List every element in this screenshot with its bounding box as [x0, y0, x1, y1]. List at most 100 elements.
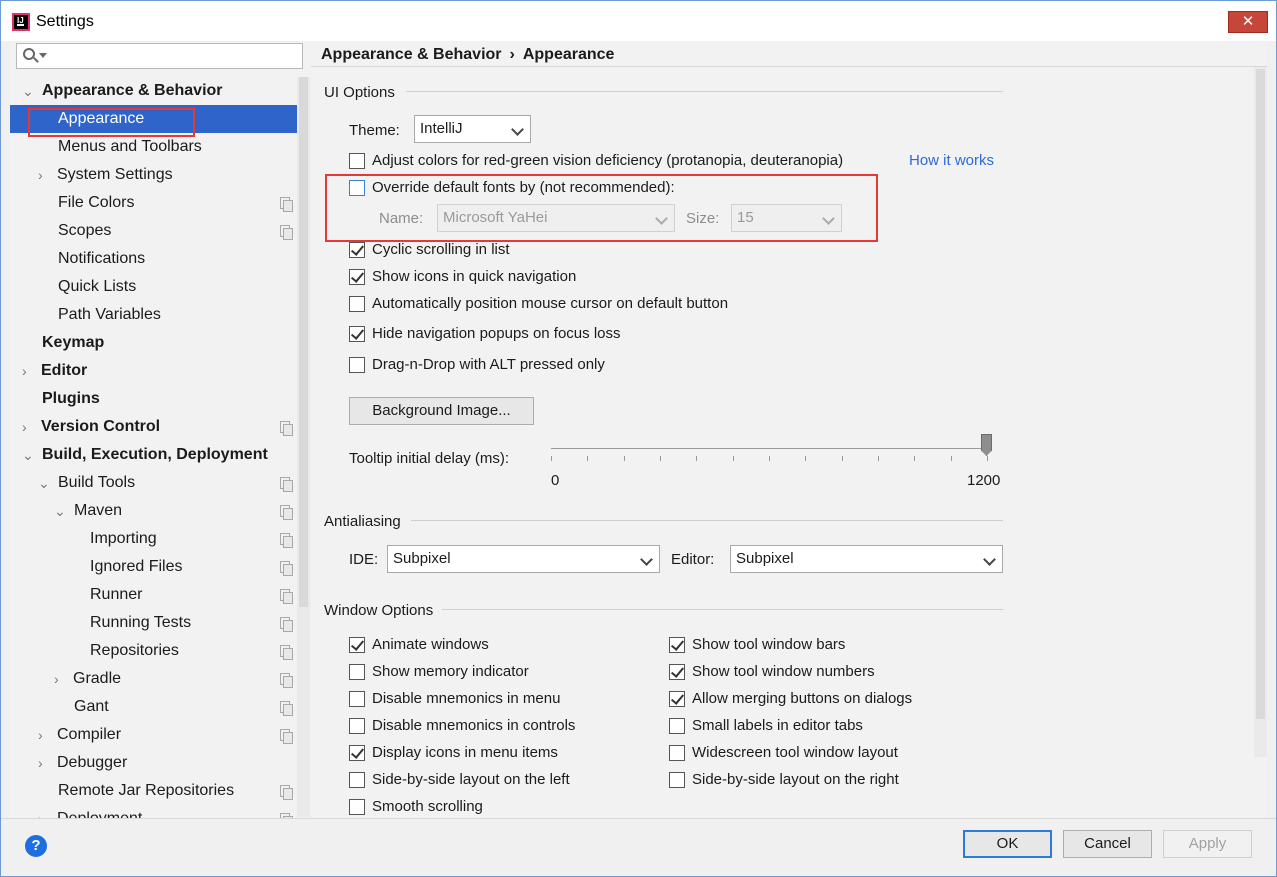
ui-options-separator	[406, 91, 1003, 92]
drag-drop-checkbox[interactable]	[349, 357, 365, 373]
sidebar-item-build-tools[interactable]: ⌄ Build Tools	[10, 469, 297, 497]
chevron-down-icon[interactable]: ⌄	[38, 469, 50, 497]
chevron-right-icon[interactable]: ›	[54, 665, 66, 693]
sidebar-item-system-settings[interactable]: › System Settings	[10, 161, 297, 189]
sidebar-item-maven[interactable]: ⌄ Maven	[10, 497, 297, 525]
apply-button[interactable]: Apply	[1163, 830, 1252, 858]
sidebar-item-keymap[interactable]: Keymap	[10, 329, 297, 357]
editor-antialiasing-select[interactable]: Subpixel	[730, 545, 1003, 573]
chevron-right-icon[interactable]: ›	[22, 357, 34, 385]
chevron-right-icon[interactable]: ›	[22, 413, 34, 441]
sidebar-item-menus-toolbars[interactable]: Menus and Toolbars	[10, 133, 297, 161]
left-label-2: Disable mnemonics in menu	[372, 690, 561, 707]
window-options-separator	[442, 609, 1003, 610]
chevron-right-icon[interactable]: ›	[38, 749, 50, 777]
sidebar-item-appearance-behavior[interactable]: ⌄ Appearance & Behavior	[10, 77, 297, 105]
auto-position-label: Automatically position mouse cursor on d…	[372, 295, 729, 312]
project-scope-icon	[280, 673, 293, 688]
left-checkbox-1[interactable]	[349, 664, 365, 680]
settings-content: Appearance & Behavior › Appearance UI Opti…	[311, 42, 1267, 818]
chevron-down-icon[interactable]: ⌄	[22, 441, 34, 469]
chevron-right-icon[interactable]: ›	[38, 721, 50, 749]
editor-antialiasing-value: Subpixel	[736, 550, 794, 567]
ide-antialiasing-select[interactable]: Subpixel	[387, 545, 660, 573]
content-scrollbar[interactable]	[1254, 67, 1267, 757]
search-icon[interactable]	[23, 48, 35, 60]
right-checkbox-5[interactable]	[669, 772, 685, 788]
right-checkbox-3[interactable]	[669, 718, 685, 734]
sidebar-item-path-variables[interactable]: Path Variables	[10, 301, 297, 329]
slider-tick	[914, 456, 915, 461]
project-scope-icon	[280, 617, 293, 632]
chevron-down-icon[interactable]: ⌄	[22, 77, 34, 105]
left-checkbox-4[interactable]	[349, 745, 365, 761]
ui-options-heading: UI Options	[324, 84, 395, 101]
hide-popups-label: Hide navigation popups on focus loss	[372, 325, 621, 342]
sidebar-item-repositories[interactable]: Repositories	[10, 637, 297, 665]
search-input[interactable]	[16, 43, 303, 69]
right-checkbox-4[interactable]	[669, 745, 685, 761]
slider-track[interactable]	[551, 448, 987, 449]
settings-window: IJ Settings ✕ ⌄ Appearance & Behavior Ap…	[0, 0, 1277, 877]
tooltip-max-label: 1200	[967, 472, 1001, 489]
content-scrollbar-thumb[interactable]	[1256, 69, 1265, 719]
left-checkbox-0[interactable]	[349, 637, 365, 653]
sidebar-item-plugins[interactable]: Plugins	[10, 385, 297, 413]
sidebar-item-scopes[interactable]: Scopes	[10, 217, 297, 245]
sidebar-item-remote-jar-repositories[interactable]: Remote Jar Repositories	[10, 777, 297, 805]
tooltip-delay-label: Tooltip initial delay (ms):	[349, 450, 510, 467]
window-title: Settings	[36, 13, 94, 30]
right-checkbox-2[interactable]	[669, 691, 685, 707]
left-checkbox-6[interactable]	[349, 799, 365, 815]
sidebar-item-notifications[interactable]: Notifications	[10, 245, 297, 273]
sidebar-item-runner[interactable]: Runner	[10, 581, 297, 609]
breadcrumb-parent[interactable]: Appearance & Behavior	[321, 46, 502, 63]
sidebar-item-gant[interactable]: Gant	[10, 693, 297, 721]
how-it-works-link[interactable]: How it works	[909, 152, 994, 169]
help-icon[interactable]: ?	[25, 835, 47, 857]
sidebar-item-compiler[interactable]: › Compiler	[10, 721, 297, 749]
sidebar-item-running-tests[interactable]: Running Tests	[10, 609, 297, 637]
sidebar-item-debugger[interactable]: › Debugger	[10, 749, 297, 777]
left-checkbox-3[interactable]	[349, 718, 365, 734]
slider-tick	[951, 456, 952, 461]
sidebar-item-file-colors[interactable]: File Colors	[10, 189, 297, 217]
sidebar-scrollbar[interactable]	[297, 77, 310, 817]
cancel-button[interactable]: Cancel	[1063, 830, 1152, 858]
slider-tick	[769, 456, 770, 461]
left-checkbox-2[interactable]	[349, 691, 365, 707]
right-label-2: Allow merging buttons on dialogs	[692, 690, 913, 707]
right-checkbox-0[interactable]	[669, 637, 685, 653]
sidebar-item-importing[interactable]: Importing	[10, 525, 297, 553]
sidebar-item-quick-lists[interactable]: Quick Lists	[10, 273, 297, 301]
ok-button[interactable]: OK	[963, 830, 1052, 858]
right-checkbox-1[interactable]	[669, 664, 685, 680]
left-label-6: Smooth scrolling	[372, 798, 483, 815]
slider-thumb[interactable]	[981, 434, 992, 456]
sidebar-item-editor[interactable]: › Editor	[10, 357, 297, 385]
auto-position-checkbox[interactable]	[349, 296, 365, 312]
close-button[interactable]: ✕	[1228, 11, 1268, 33]
sidebar-item-build-execution-deployment[interactable]: ⌄ Build, Execution, Deployment	[10, 441, 297, 469]
hide-popups-checkbox[interactable]	[349, 326, 365, 342]
highlight-box-override-fonts	[325, 174, 878, 242]
sidebar-item-ignored-files[interactable]: Ignored Files	[10, 553, 297, 581]
chevron-right-icon[interactable]: ›	[38, 805, 50, 818]
adjust-colors-checkbox[interactable]	[349, 153, 365, 169]
theme-select[interactable]: IntelliJ	[414, 115, 531, 143]
show-icons-checkbox[interactable]	[349, 269, 365, 285]
left-checkbox-5[interactable]	[349, 772, 365, 788]
sidebar-item-version-control[interactable]: › Version Control	[10, 413, 297, 441]
chevron-right-icon[interactable]: ›	[38, 161, 50, 189]
slider-tick	[842, 456, 843, 461]
antialiasing-separator	[411, 520, 1003, 521]
chevron-down-icon[interactable]	[39, 53, 47, 58]
background-image-button[interactable]: Background Image...	[349, 397, 534, 425]
sidebar-item-deployment[interactable]: › Deployment	[10, 805, 297, 818]
cyclic-scrolling-checkbox[interactable]	[349, 242, 365, 258]
chevron-down-icon[interactable]: ⌄	[54, 497, 66, 525]
show-icons-label: Show icons in quick navigation	[372, 268, 577, 285]
sidebar-item-gradle[interactable]: › Gradle	[10, 665, 297, 693]
tooltip-delay-slider[interactable]	[551, 434, 992, 474]
sidebar-scrollbar-thumb[interactable]	[299, 77, 308, 607]
